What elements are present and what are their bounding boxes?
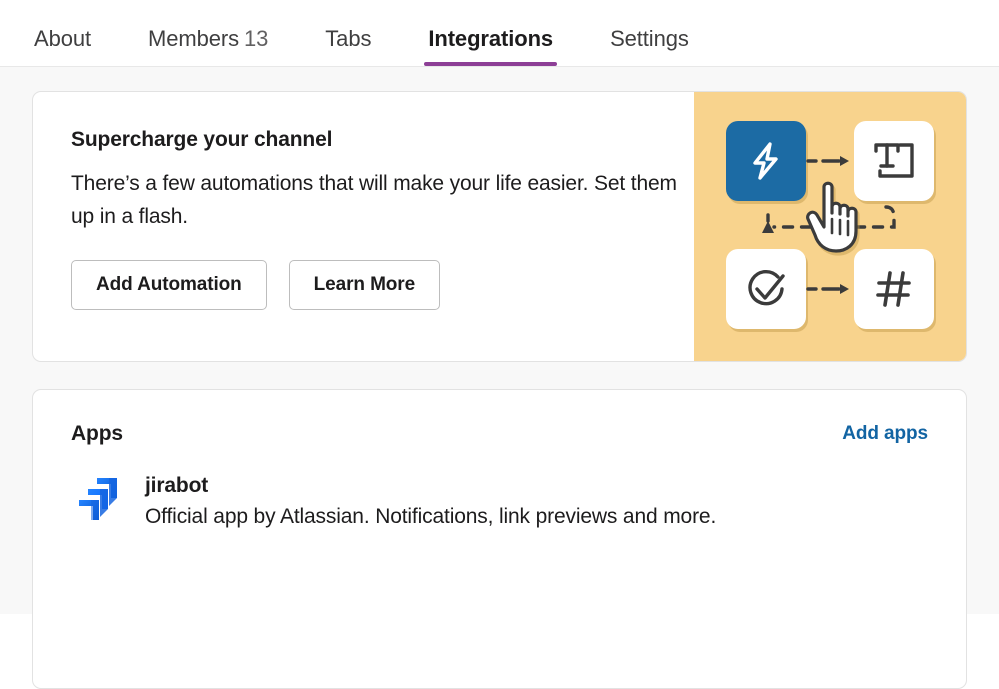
hashtag-icon: [871, 266, 917, 312]
arrow-bolt-to-text-icon: [806, 154, 854, 168]
automation-tile-grid: [726, 121, 934, 329]
app-list-item[interactable]: jirabot Official app by Atlassian. Notif…: [33, 446, 966, 534]
apps-card: Apps Add apps: [32, 389, 967, 689]
tab-tabs-label: Tabs: [325, 26, 371, 51]
tab-settings[interactable]: Settings: [606, 26, 693, 66]
apps-section-title: Apps: [71, 422, 123, 446]
promo-description: There’s a few automations that will make…: [71, 167, 691, 233]
check-tile: [726, 249, 806, 329]
app-name: jirabot: [145, 472, 716, 500]
promo-illustration: [694, 92, 966, 361]
learn-more-button[interactable]: Learn More: [289, 260, 440, 310]
promo-button-group: Add Automation Learn More: [71, 260, 694, 310]
channel-tabs: About Members13 Tabs Integrations Settin…: [0, 0, 999, 67]
tab-members-label: Members: [148, 26, 239, 51]
tab-members-count: 13: [244, 26, 268, 51]
tab-tabs[interactable]: Tabs: [321, 26, 375, 66]
apps-header: Apps Add apps: [33, 390, 966, 446]
hand-pointer-cursor-icon: [802, 179, 872, 257]
check-circle-icon: [742, 265, 790, 313]
lightning-bolt-icon: [743, 138, 789, 184]
bolt-tile: [726, 121, 806, 201]
integrations-page-body: Supercharge your channel There’s a few a…: [0, 67, 999, 614]
channel-details-panel: About Members13 Tabs Integrations Settin…: [0, 0, 999, 614]
add-automation-button[interactable]: Add Automation: [71, 260, 267, 310]
jira-logo-glyph: [73, 472, 125, 524]
tab-about[interactable]: About: [30, 26, 95, 66]
text-field-icon: [870, 138, 918, 184]
jira-logo-icon: [71, 470, 127, 526]
promo-content: Supercharge your channel There’s a few a…: [33, 92, 694, 361]
app-text-block: jirabot Official app by Atlassian. Notif…: [145, 470, 716, 534]
app-description: Official app by Atlassian. Notifications…: [145, 500, 716, 534]
tab-integrations[interactable]: Integrations: [424, 26, 557, 66]
tab-about-label: About: [34, 26, 91, 51]
channel-tile: [854, 249, 934, 329]
promo-title: Supercharge your channel: [71, 127, 694, 153]
tab-members[interactable]: Members13: [144, 26, 272, 66]
arrow-check-to-channel-icon: [806, 282, 854, 296]
add-apps-link[interactable]: Add apps: [842, 423, 928, 445]
tab-settings-label: Settings: [610, 26, 689, 51]
active-tab-indicator: [424, 62, 557, 66]
tab-integrations-label: Integrations: [428, 26, 553, 51]
supercharge-promo-card: Supercharge your channel There’s a few a…: [32, 91, 967, 362]
